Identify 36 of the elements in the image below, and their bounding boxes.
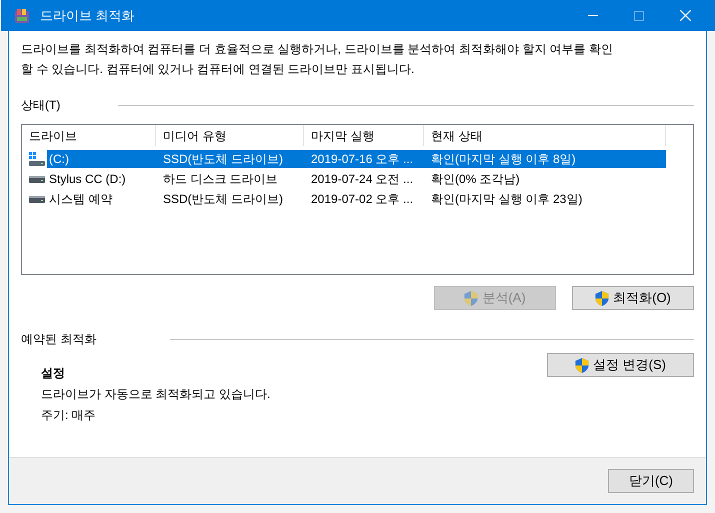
section-title: 예약된 최적화: [21, 331, 98, 348]
column-header[interactable]: 드라이브: [22, 125, 156, 146]
description-text: 드라이브를 최적화하여 컴퓨터를 더 효율적으로 실행하거나, 드라이브를 분석하여 최적화해야 할지 여부를 확인할 수 있습니다. 컴퓨터에 있거나 컴퓨터에 연결된 드라이브만 표시됩니다.: [21, 41, 614, 78]
shield-icon: [575, 358, 590, 372]
table-cell: 2019-07-16 오후 ...: [304, 150, 424, 168]
minimize-icon: [588, 15, 598, 16]
close-icon: [680, 10, 690, 21]
shield-icon: [595, 290, 610, 306]
table-cell-text: 확인(0% 조각남): [430, 171, 521, 188]
column-header[interactable]: 마지막 실행: [304, 125, 424, 146]
table-cell: SSD(반도체 드라이브): [156, 150, 304, 168]
drive-icon: [28, 196, 44, 202]
section-title: 상태(T): [21, 97, 62, 114]
table-cell-text: 2019-07-02 오후 ...: [310, 191, 414, 208]
window-title: 드라이브 최적화: [40, 6, 135, 25]
table-cell[interactable]: (C:): [47, 150, 156, 168]
frequency-text: 주기: 매주: [41, 407, 97, 424]
maximize-icon: [634, 10, 644, 20]
table-cell-text: 하드 디스크 드라이브: [162, 171, 279, 188]
app-icon: [14, 8, 30, 24]
table-cell: 확인(마지막 실행 이후 8일): [424, 150, 666, 168]
column-header[interactable]: 미디어 유형: [156, 125, 304, 146]
shield-icon: [464, 290, 478, 306]
shield-button[interactable]: 최적화(O): [572, 286, 694, 310]
column-header[interactable]: 현재 상태: [424, 125, 666, 146]
table-cell[interactable]: Stylus CC (D:): [47, 170, 128, 188]
schedule-status-text: 드라이브가 자동으로 최적화되고 있습니다.: [41, 386, 272, 403]
table-cell[interactable]: 시스템 예약: [47, 190, 114, 208]
shield-button[interactable]: 설정 변경(S): [547, 353, 694, 377]
table-cell-text: SSD(반도체 드라이브): [162, 191, 284, 208]
table-cell-text: 2019-07-24 오전 ...: [310, 171, 414, 188]
close-dialog-button[interactable]: 닫기(C): [608, 469, 694, 493]
table-cell-text: 확인(마지막 실행 이후 23일): [430, 191, 584, 208]
drive-icon: [28, 176, 44, 182]
system-drive-icon: [28, 152, 44, 166]
settings-heading: 설정: [41, 365, 66, 382]
